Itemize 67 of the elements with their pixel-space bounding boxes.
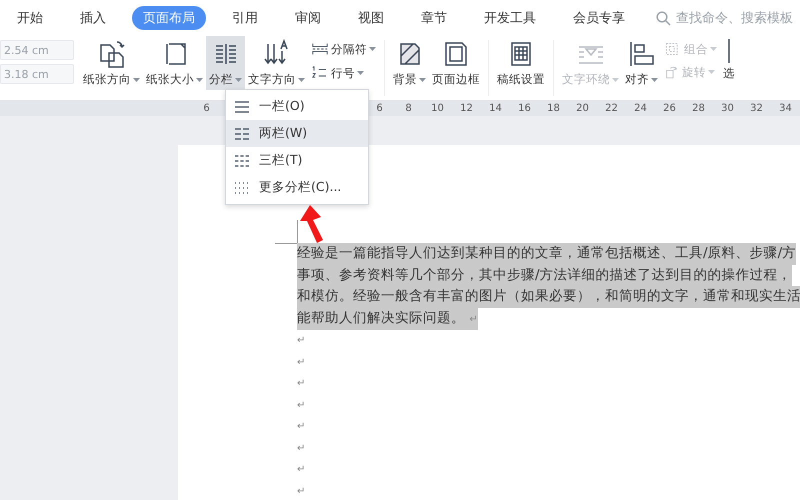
ruler-number: 30 bbox=[720, 103, 735, 114]
paragraph-mark: ↵ bbox=[297, 377, 306, 391]
ruler-number: 28 bbox=[691, 103, 706, 114]
menu-item[interactable]: 三栏(T) bbox=[226, 147, 368, 174]
ruler-number: 20 bbox=[575, 103, 590, 114]
ribbon-tab[interactable]: 会员专享 bbox=[562, 6, 636, 30]
ribbon-button[interactable]: 分隔符 bbox=[311, 40, 376, 58]
ruler-number: 26 bbox=[662, 103, 677, 114]
ruler-number: 24 bbox=[633, 103, 648, 114]
ribbon-button[interactable]: 纸张方向 bbox=[80, 36, 143, 90]
ribbon-tab[interactable]: 引用 bbox=[221, 6, 269, 30]
search-field[interactable]: 查找命令、搜索模板 bbox=[674, 10, 800, 26]
ribbon-button[interactable]: 行号 bbox=[311, 64, 376, 82]
columns-icon bbox=[235, 126, 249, 140]
ribbon-button[interactable]: 背景 bbox=[390, 36, 429, 90]
rotate-icon bbox=[664, 64, 680, 80]
ribbon-button[interactable]: 纸张大小 bbox=[143, 36, 206, 90]
caret-icon bbox=[196, 78, 203, 82]
search-icon bbox=[656, 10, 671, 26]
ruler-number: 12 bbox=[459, 103, 474, 114]
ribbon-tab[interactable]: 视图 bbox=[347, 6, 395, 30]
ribbon-tab[interactable]: 插入 bbox=[69, 6, 117, 30]
caret-icon bbox=[612, 78, 619, 82]
paragraph-mark: ↵ bbox=[297, 484, 306, 498]
menu-item[interactable]: 更多分栏(C)... bbox=[226, 174, 368, 201]
ruler-number: 8 bbox=[404, 103, 413, 114]
paragraph-mark: ↵ bbox=[297, 442, 306, 456]
ribbon-button[interactable]: 对齐 bbox=[622, 36, 661, 90]
ribbon-button[interactable]: 稿纸设置 bbox=[494, 36, 548, 90]
ruler-number: 32 bbox=[749, 103, 764, 114]
ribbon-tab[interactable]: 开发工具 bbox=[473, 6, 547, 30]
ribbon-button[interactable]: 分栏 bbox=[206, 36, 245, 90]
caret-icon bbox=[708, 70, 715, 74]
ruler-number: 22 bbox=[604, 103, 619, 114]
paragraph-mark: ↵ bbox=[297, 420, 306, 434]
ruler-number: 18 bbox=[546, 103, 561, 114]
menu-item[interactable]: 一栏(O) bbox=[226, 93, 368, 120]
crop-mark bbox=[275, 220, 298, 244]
caret-icon bbox=[357, 71, 364, 75]
ribbon-tab[interactable]: 开始 bbox=[6, 6, 54, 30]
ruler-number: 6 bbox=[375, 103, 384, 114]
ribbon-tab[interactable]: 章节 bbox=[410, 6, 458, 30]
ruler-number: 14 bbox=[488, 103, 503, 114]
columns-icon bbox=[235, 180, 249, 194]
ribbon-button[interactable]: 文字方向 bbox=[245, 36, 308, 90]
paragraph-mark: ↵ bbox=[297, 398, 306, 412]
caret-icon bbox=[651, 78, 658, 82]
paragraph-mark: ↵ bbox=[297, 356, 306, 370]
columns-icon bbox=[235, 100, 249, 114]
ribbon-button[interactable]: 页面边框 bbox=[429, 36, 483, 90]
columns-icon bbox=[235, 154, 249, 168]
ribbon-button[interactable]: 选 bbox=[720, 36, 738, 90]
caret-icon bbox=[369, 47, 376, 51]
caret-icon bbox=[419, 78, 426, 82]
toolbar-edge-icon bbox=[728, 39, 730, 63]
menu-item[interactable]: 两栏(W) bbox=[226, 120, 368, 147]
caret-icon bbox=[298, 78, 305, 82]
caret-icon bbox=[710, 47, 717, 51]
caret-icon bbox=[133, 78, 140, 82]
paragraph-mark: ↵ bbox=[297, 463, 306, 477]
ruler-number: 16 bbox=[517, 103, 532, 114]
paragraph-mark: ↵ bbox=[297, 334, 306, 348]
ruler-number: 6 bbox=[202, 103, 211, 114]
caret-icon bbox=[235, 78, 242, 82]
ribbon-tab[interactable]: 审阅 bbox=[284, 6, 332, 30]
ruler-number: 34 bbox=[778, 103, 793, 114]
ruler-number: 10 bbox=[430, 103, 445, 114]
